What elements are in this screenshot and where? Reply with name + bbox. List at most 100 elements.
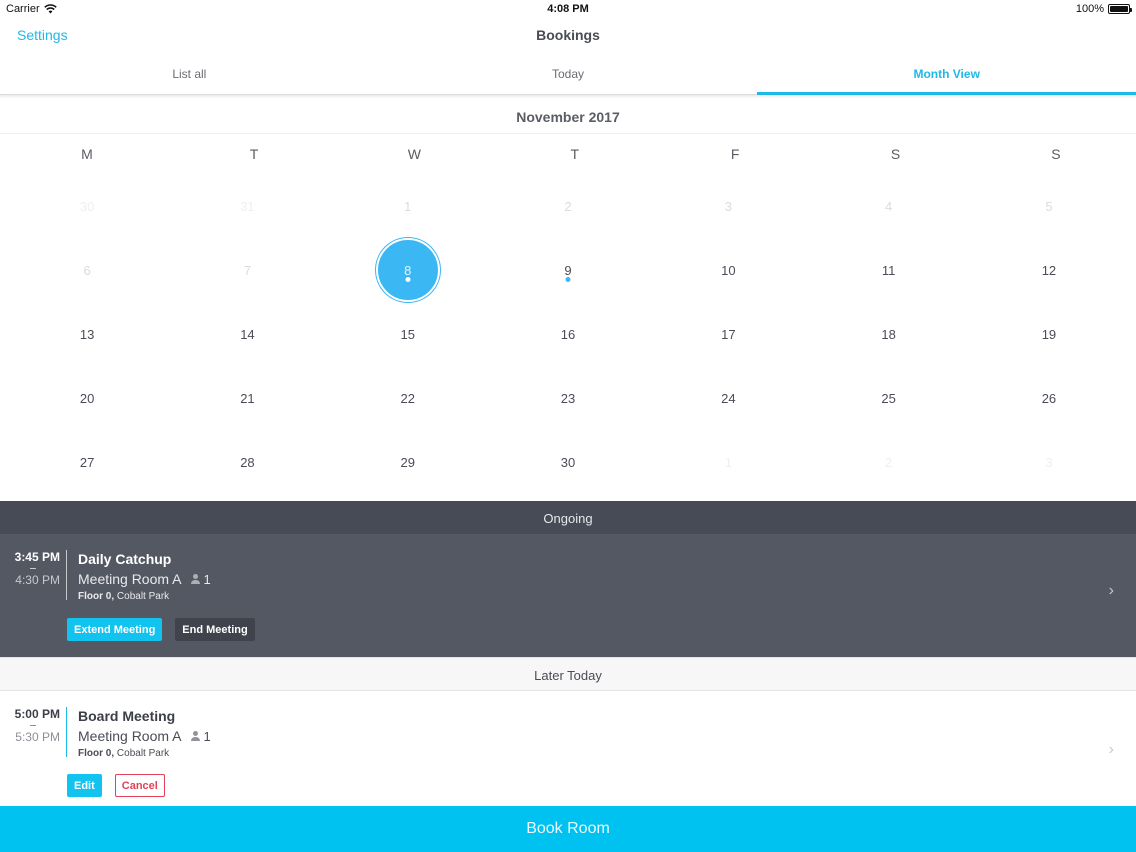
calendar-day-number: 2 [564,198,572,214]
nav-bar: Settings Bookings [0,18,1136,54]
status-bar: Carrier 4:08 PM 100% [0,0,1136,18]
calendar-day[interactable]: 28 [167,430,327,494]
calendar-day[interactable]: 3 [969,430,1129,494]
tab-list-all[interactable]: List all [0,54,379,94]
extend-meeting-button[interactable]: Extend Meeting [67,618,163,641]
calendar-day[interactable]: 21 [167,366,327,430]
weekday-label: M [81,146,93,162]
page-title: Bookings [536,27,600,43]
calendar-day[interactable]: 12 [969,238,1129,302]
calendar-day-number: 12 [1041,262,1057,278]
calendar-day-number: 23 [560,390,576,406]
calendar-day-number: 6 [83,262,91,278]
calendar-day[interactable]: 22 [328,366,488,430]
calendar-day-number: 25 [881,390,896,406]
calendar-day-number: 13 [79,326,95,342]
calendar-day[interactable]: 20 [7,366,167,430]
attendee-count-value: 1 [203,571,211,587]
calendar-day[interactable]: 30 [488,430,648,494]
calendar-day[interactable]: 17 [648,302,808,366]
time-separator [30,568,36,569]
booking-divider [66,707,67,757]
calendar-day[interactable]: 16 [488,302,648,366]
calendar-day-number: 4 [885,198,893,214]
time-separator [30,725,36,726]
booking-building: Cobalt Park [116,591,170,602]
ongoing-booking[interactable]: 3:45 PM 4:30 PM Daily Catchup Meeting Ro… [0,534,1136,657]
calendar-day-number: 1 [724,454,732,470]
booking-divider [66,550,67,600]
calendar-day[interactable]: 3 [648,174,808,238]
calendar-day[interactable]: 24 [648,366,808,430]
edit-button[interactable]: Edit [67,774,102,797]
booking-actions: Extend Meeting End Meeting [67,618,255,641]
calendar-day[interactable]: 8 [328,238,488,302]
calendar-day-number: 29 [400,454,415,470]
calendar-day[interactable]: 1 [648,430,808,494]
calendar-day-number: 31 [240,198,255,214]
booking-room-row: Meeting Room A 1 [78,571,211,587]
calendar-day[interactable]: 2 [488,174,648,238]
calendar-day[interactable]: 26 [969,366,1129,430]
chevron-right-icon[interactable]: › [1109,582,1114,600]
tab-today[interactable]: Today [379,54,758,94]
calendar-day[interactable]: 27 [7,430,167,494]
weekday-label: T [249,146,259,162]
calendar-day[interactable]: 23 [488,366,648,430]
calendar-day-number: 27 [79,454,95,470]
booking-building: Cobalt Park [116,748,170,759]
calendar-day-number: 1 [404,198,412,214]
book-room-button[interactable]: Book Room [0,806,1136,852]
calendar-day[interactable]: 6 [7,238,167,302]
weekday-label: S [1051,146,1061,162]
end-meeting-button[interactable]: End Meeting [175,618,255,641]
calendar-day-number: 24 [721,390,736,406]
calendar-day-number: 10 [721,262,736,278]
tab-month-view[interactable]: Month View [757,54,1136,95]
booking-room-row: Meeting Room A 1 [78,728,211,744]
booking-title: Daily Catchup [78,551,172,567]
calendar-day[interactable]: 14 [167,302,327,366]
booking-floor: Floor 0, [78,591,115,602]
event-indicator-dot [405,277,411,282]
calendar-day[interactable]: 31 [167,174,327,238]
booking-actions: Edit Cancel [67,774,165,797]
calendar-day[interactable]: 30 [7,174,167,238]
calendar-day[interactable]: 25 [808,366,968,430]
calendar-day[interactable]: 29 [328,430,488,494]
weekday-label: T [570,146,580,162]
booking-start-time: 5:00 PM [14,707,60,721]
calendar-day-number: 16 [560,326,576,342]
calendar-day[interactable]: 2 [808,430,968,494]
calendar-day[interactable]: 15 [328,302,488,366]
calendar-day-number: 8 [404,262,412,278]
calendar-day[interactable]: 11 [808,238,968,302]
status-right: 100% [1076,3,1132,15]
calendar-day-number: 2 [885,454,893,470]
booking-end-time: 5:30 PM [15,730,60,744]
attendee-count: 1 [190,572,211,587]
calendar-day[interactable]: 13 [7,302,167,366]
calendar-day[interactable]: 19 [969,302,1129,366]
calendar-day[interactable]: 10 [648,238,808,302]
booking-info: Daily Catchup Meeting Room A 1 Floor 0, … [78,551,211,602]
calendar-day-number: 30 [560,454,576,470]
calendar-day-number: 11 [881,262,896,278]
calendar-day[interactable]: 5 [969,174,1129,238]
calendar-day-number: 7 [243,262,252,278]
booking-location: Floor 0, Cobalt Park [78,748,211,759]
calendar-day-number: 26 [1041,390,1057,406]
calendar-day[interactable]: 1 [328,174,488,238]
calendar-day[interactable]: 4 [808,174,968,238]
later-booking[interactable]: 5:00 PM 5:30 PM Board Meeting Meeting Ro… [0,691,1136,806]
calendar-day-number: 3 [1045,454,1053,470]
cancel-button[interactable]: Cancel [114,774,165,797]
calendar-day-number: 15 [400,326,415,342]
calendar-grid: 30 31 1 2 3 4 5 6 7 8 9 10 11 12 13 14 15 16 17 18 19 20 21 22 2… [7,174,1129,494]
calendar-day-number: 14 [240,326,255,342]
calendar-day[interactable]: 9 [488,238,648,302]
calendar-day[interactable]: 7 [167,238,327,302]
battery-icon [1108,4,1132,14]
calendar-day[interactable]: 18 [808,302,968,366]
chevron-right-icon[interactable]: › [1109,741,1114,759]
